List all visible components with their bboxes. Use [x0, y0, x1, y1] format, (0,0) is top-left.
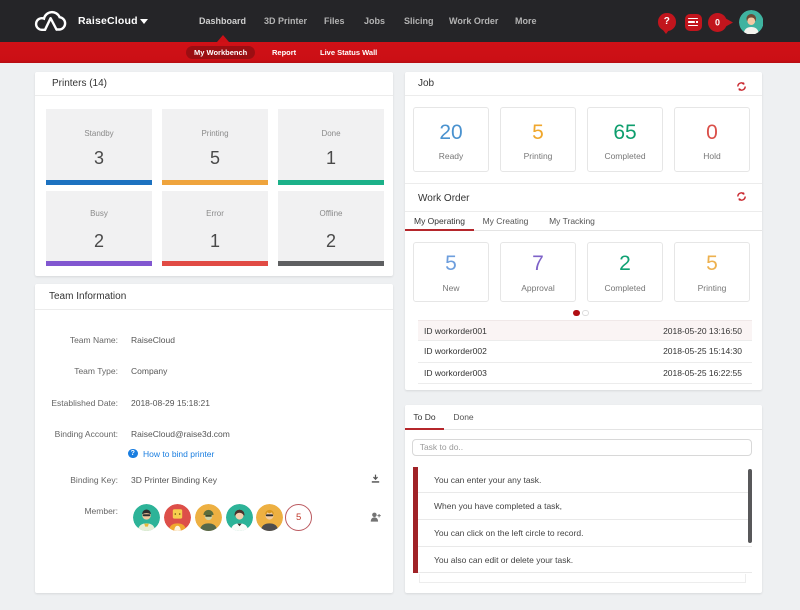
- svg-text:0: 0: [715, 17, 720, 27]
